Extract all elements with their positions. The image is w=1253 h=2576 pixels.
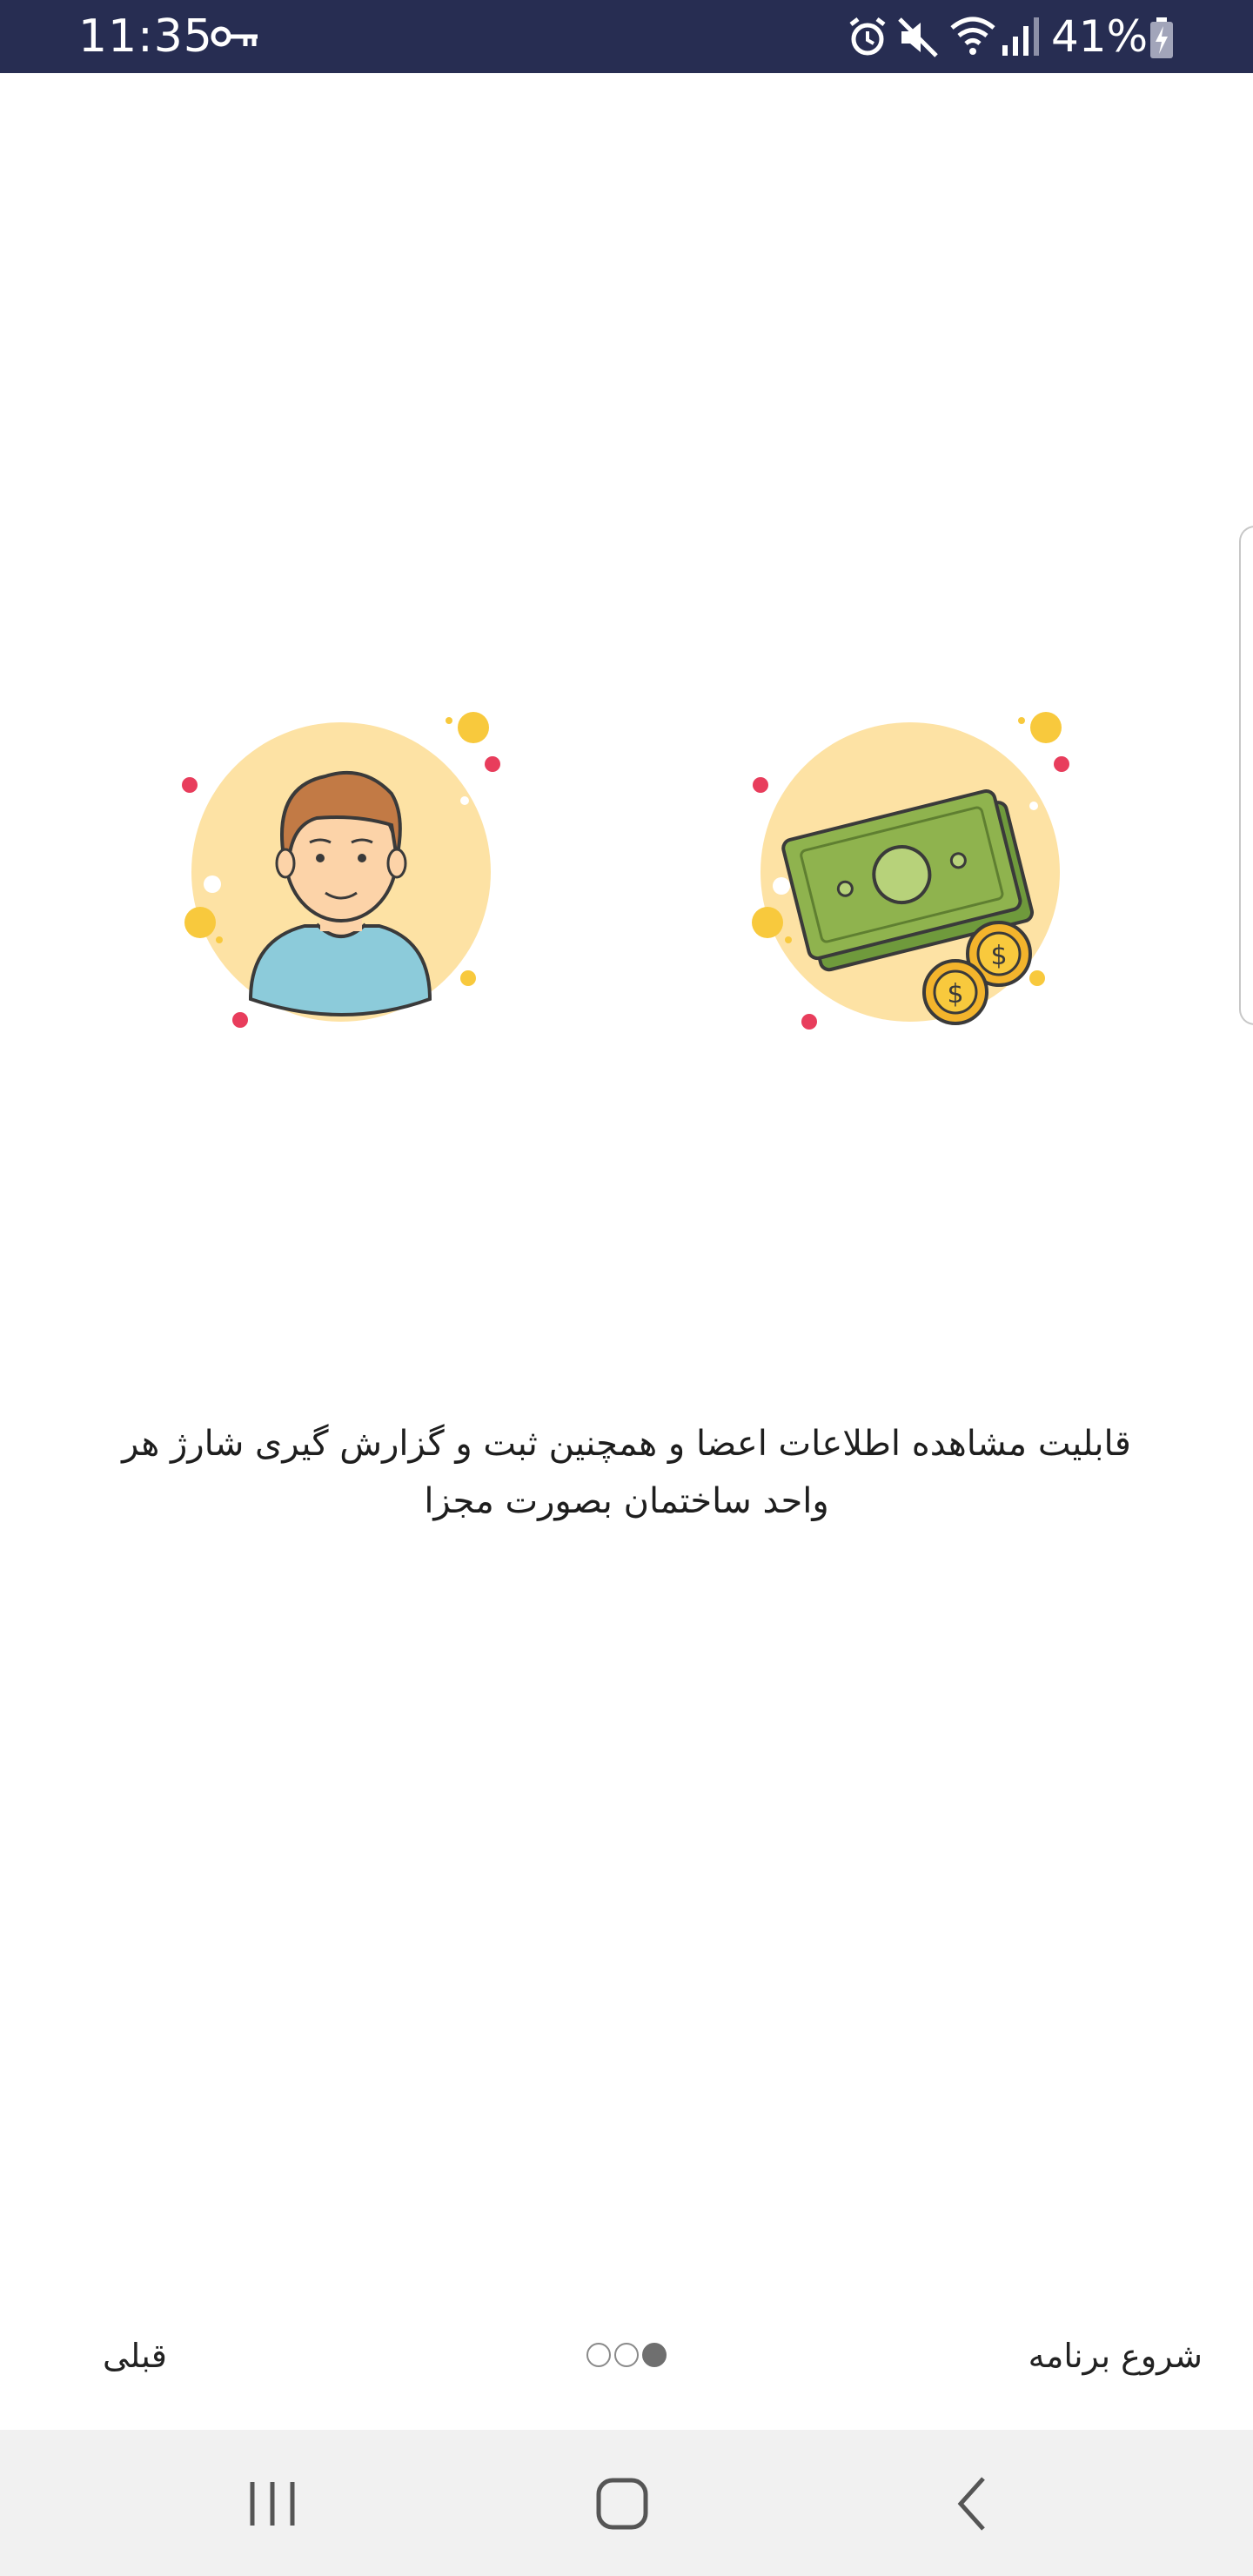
page-dot-2 — [614, 2343, 639, 2367]
battery-percent: 41% — [1051, 11, 1149, 62]
svg-text:$: $ — [947, 979, 963, 1010]
wifi-icon — [950, 17, 995, 55]
back-icon[interactable] — [935, 2465, 1013, 2543]
status-time: 11:35 — [78, 10, 213, 63]
page-dot-3-active — [642, 2343, 667, 2367]
previous-button[interactable]: قبلی — [103, 2334, 167, 2378]
feature-description: قابلیت مشاهده اطلاعات اعضا و همچنین ثبت … — [122, 1424, 1131, 1521]
page-indicator — [586, 2341, 670, 2371]
svg-text:$: $ — [990, 941, 1007, 971]
signal-icon — [1002, 17, 1039, 56]
status-bar: 11:35 41% — [0, 0, 1253, 73]
page-dot-1 — [586, 2343, 611, 2367]
mute-icon — [898, 17, 938, 57]
navigation-bar — [0, 2430, 1253, 2576]
key-icon — [211, 26, 258, 47]
alarm-icon — [849, 17, 886, 56]
battery-icon — [1150, 17, 1173, 58]
money-illustration: $ $ — [752, 712, 1069, 1030]
person-illustration — [182, 712, 500, 1028]
edge-panel-handle[interactable] — [1239, 526, 1253, 1025]
start-app-button[interactable]: شروع برنامه — [1029, 2334, 1203, 2378]
home-icon[interactable] — [583, 2465, 661, 2543]
recents-icon[interactable] — [233, 2465, 312, 2543]
